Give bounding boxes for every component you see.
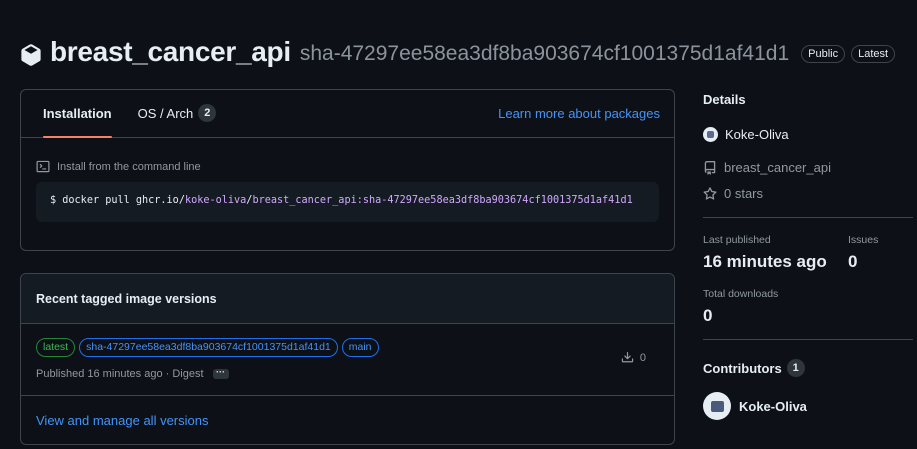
package-sha: sha-47297ee58ea3df8ba903674cf1001375d1af… [299, 42, 790, 65]
version-downloads: 0 [621, 351, 646, 364]
contributor-name: Koke-Oliva [739, 398, 807, 414]
owner-name: Koke-Oliva [725, 127, 789, 142]
owner-link[interactable]: Koke-Oliva [703, 127, 789, 142]
issues-value: 0 [848, 252, 858, 271]
command-base: docker pull ghcr.io/ [62, 195, 185, 206]
command-image: breast_cancer_api:sha-47297ee58ea3df8ba9… [252, 195, 633, 206]
terminal-icon [36, 160, 50, 173]
total-downloads-value: 0 [703, 306, 713, 325]
tab-os-arch[interactable]: OS / Arch 2 [130, 89, 225, 137]
details-divider [703, 217, 913, 218]
os-arch-count: 2 [198, 104, 217, 122]
tag-main[interactable]: main [341, 338, 379, 357]
public-badge: Public [801, 45, 846, 63]
command-line-label-text: Install from the command line [57, 160, 201, 173]
view-all-versions-link[interactable]: View and manage all versions [36, 413, 208, 428]
details-heading: Details [703, 92, 746, 107]
tab-installation[interactable]: Installation [35, 89, 120, 138]
docker-pull-command[interactable]: $ docker pull ghcr.io/koke-oliva/breast_… [36, 182, 659, 222]
installation-panel: Installation OS / Arch 2 Learn more abou… [20, 89, 675, 251]
contributors-heading: Contributors [703, 360, 782, 376]
repo-link[interactable]: breast_cancer_api [703, 160, 831, 175]
learn-more-link[interactable]: Learn more about packages [498, 106, 660, 121]
download-icon [621, 352, 634, 363]
total-downloads-label: Total downloads [703, 288, 779, 300]
versions-title: Recent tagged image versions [21, 274, 674, 324]
command-prompt: $ [50, 195, 57, 206]
last-published-label: Last published [703, 234, 771, 246]
repo-icon [704, 160, 716, 175]
contributors-header: Contributors 1 [703, 359, 805, 377]
digest-expand-button[interactable]: ··· [212, 368, 229, 379]
published-text: Published 16 minutes ago · Digest [36, 368, 204, 380]
owner-avatar [703, 127, 718, 142]
version-tags: latest sha-47297ee58ea3df8ba903674cf1001… [36, 338, 383, 357]
last-published-value: 16 minutes ago [703, 252, 827, 271]
package-header: breast_cancer_api sha-47297ee58ea3df8ba9… [20, 34, 896, 70]
star-icon [703, 186, 717, 200]
version-download-count: 0 [639, 351, 646, 364]
stars-link[interactable]: 0 stars [703, 186, 763, 201]
recent-versions-panel: Recent tagged image versions latest sha-… [20, 273, 675, 445]
version-row: latest sha-47297ee58ea3df8ba903674cf1001… [21, 324, 674, 396]
package-title: breast_cancer_api [50, 36, 291, 67]
stars-count: 0 stars [724, 186, 764, 201]
command-line-label: Install from the command line [36, 160, 201, 173]
tag-latest[interactable]: latest [36, 338, 76, 357]
contributor-avatar [703, 392, 731, 420]
tab-bar: Installation OS / Arch 2 Learn more abou… [21, 90, 674, 138]
repo-name: breast_cancer_api [724, 160, 831, 175]
tab-os-arch-label: OS / Arch [137, 105, 194, 121]
latest-badge: Latest [851, 45, 896, 63]
command-owner: koke-oliva [184, 195, 247, 206]
contributor-item[interactable]: Koke-Oliva [703, 392, 807, 420]
issues-label: Issues [848, 234, 879, 246]
tag-sha[interactable]: sha-47297ee58ea3df8ba903674cf1001375d1af… [79, 338, 338, 357]
contributors-divider [703, 339, 913, 340]
contributors-count: 1 [786, 359, 805, 377]
tab-installation-label: Installation [43, 105, 112, 121]
published-info: Published 16 minutes ago · Digest ··· [36, 368, 229, 380]
package-icon [21, 44, 41, 66]
